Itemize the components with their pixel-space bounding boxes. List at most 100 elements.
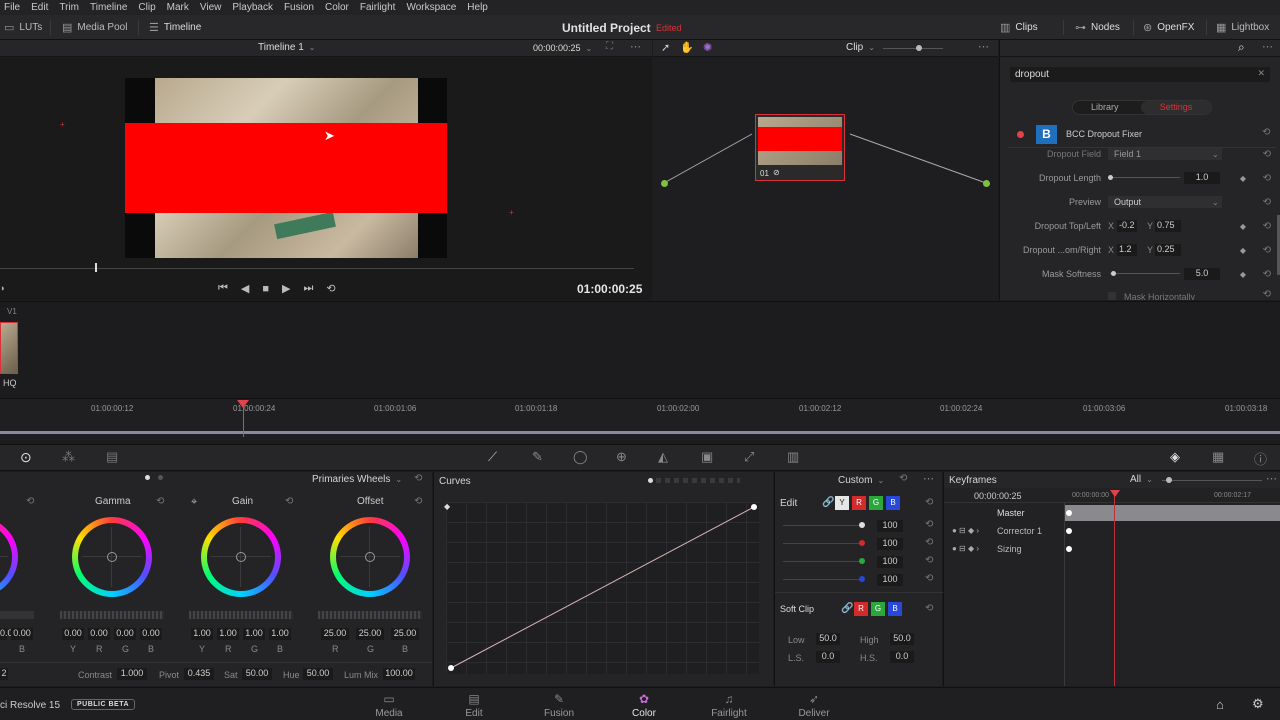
timeline-track[interactable] [0, 431, 1280, 434]
reset-icon[interactable]: ⟲ [925, 573, 933, 584]
jump-start-icon[interactable]: ⏮ [218, 282, 228, 295]
master-track-bar[interactable] [1065, 505, 1280, 521]
pivot-value[interactable]: 0.435 [184, 668, 214, 680]
softclip-r-button[interactable]: R [854, 602, 868, 616]
gain-master-slider[interactable] [189, 611, 293, 619]
g-intensity-slider[interactable] [783, 561, 863, 562]
menu-timeline[interactable]: Timeline [90, 2, 127, 13]
tracker-icon[interactable]: ⊕ [616, 449, 627, 465]
keyframes-filter[interactable]: All ⌄ [1130, 474, 1153, 485]
lift-value[interactable]: 0.00 [0, 628, 18, 640]
clip-thumbnail[interactable] [0, 322, 18, 374]
reset-icon[interactable]: ⟲ [156, 496, 164, 507]
gain-value[interactable]: 1.00 [217, 628, 239, 640]
slider-handle[interactable] [859, 522, 865, 528]
motion-effects-icon[interactable]: ▤ [106, 449, 118, 465]
home-icon[interactable]: ⌂ [1216, 697, 1224, 712]
menu-file[interactable]: File [4, 2, 20, 13]
gain-value[interactable]: 1.00 [243, 628, 265, 640]
node-mode-selector[interactable]: Clip ⌄ [846, 42, 875, 53]
reset-icon[interactable]: ⟲ [925, 519, 933, 530]
keyframe-icon[interactable]: ◆ [1240, 174, 1246, 183]
dropout-field-select[interactable]: Field 1 [1108, 148, 1222, 160]
clips-button[interactable]: ▥ Clips [1000, 15, 1038, 40]
reset-icon[interactable]: ⟲ [1263, 221, 1271, 232]
curve-point-icon[interactable]: ◆ [444, 502, 450, 511]
sizing-row-controls[interactable]: ● ⊟ ◆ › [952, 544, 979, 553]
page-fairlight[interactable]: ♫ Fairlight [699, 692, 759, 719]
viewer-timecode-top[interactable]: 00:00:00:25 ⌄ [533, 43, 592, 53]
bottom-right-x[interactable]: 1.2 [1117, 244, 1137, 256]
zoom-slider[interactable] [883, 48, 943, 49]
zoom-slider-handle[interactable] [1166, 477, 1172, 483]
length-value[interactable]: 1.0 [1184, 172, 1220, 184]
curves-icon[interactable]: ⟋ [488, 449, 497, 465]
lift-master-slider[interactable] [0, 611, 34, 619]
r-intensity-slider[interactable] [783, 543, 863, 544]
keyframe-dot[interactable] [1066, 528, 1072, 534]
play-reverse-icon[interactable]: ◀ [241, 282, 249, 295]
tab-library[interactable]: Library [1091, 102, 1119, 112]
keyframe-icon[interactable]: ◆ [1240, 246, 1246, 255]
slider-handle[interactable] [859, 540, 865, 546]
qualifier-icon[interactable]: ✎ [532, 449, 543, 465]
keyframe-icon[interactable]: ◆ [1240, 222, 1246, 231]
slider-handle[interactable] [1111, 271, 1116, 276]
top-left-x[interactable]: -0.2 [1117, 220, 1137, 232]
reset-icon[interactable]: ⟲ [925, 497, 933, 508]
ls-value[interactable]: 0.0 [816, 651, 840, 663]
info-icon[interactable]: ⓘ [1254, 449, 1267, 468]
plugin-enable-toggle[interactable] [1017, 131, 1024, 138]
menu-trim[interactable]: Trim [59, 2, 79, 13]
crosshair-icon[interactable]: ⌖ [191, 496, 197, 509]
curves-mode-selector[interactable]: Custom ⌄ [838, 475, 884, 486]
preview-select[interactable]: Output [1108, 196, 1222, 208]
keyframe-icon[interactable]: ◆ [1240, 270, 1246, 279]
channel-g-button[interactable]: G [869, 496, 883, 510]
openfx-button[interactable]: ⊛ OpenFX [1143, 15, 1194, 40]
rgb-mixer-icon[interactable]: ⁂ [62, 449, 75, 465]
y-intensity-slider[interactable] [783, 525, 863, 526]
corrector-node[interactable]: 01 ⊘ [755, 114, 845, 181]
fullscreen-icon[interactable]: ⛶ [606, 41, 613, 52]
bottom-right-y[interactable]: 0.25 [1155, 244, 1181, 256]
keyframes-playhead-handle[interactable] [1110, 490, 1120, 497]
menu-view[interactable]: View [200, 2, 222, 13]
slider-handle[interactable] [859, 576, 865, 582]
scrub-playhead[interactable] [95, 263, 97, 272]
more-options-icon[interactable]: ⋯ [1262, 40, 1273, 53]
reset-icon[interactable]: ⟲ [925, 555, 933, 566]
reset-icon[interactable]: ⟲ [26, 496, 34, 507]
softclip-b-button[interactable]: B [888, 602, 902, 616]
gain-wheel[interactable] [201, 517, 281, 597]
wheels-mode-selector[interactable]: Primaries Wheels ⌄ [312, 474, 402, 485]
mini-timeline[interactable]: 01:00:00:12 01:00:00:24 01:00:01:06 01:0… [0, 398, 1280, 440]
gamma-wheel[interactable] [72, 517, 152, 597]
menu-mark[interactable]: Mark [167, 2, 189, 13]
page-fusion[interactable]: ✎ Fusion [529, 692, 589, 719]
play-icon[interactable]: ▶ [282, 282, 290, 295]
length-slider[interactable] [1110, 177, 1180, 178]
lift-wheel[interactable] [0, 517, 18, 597]
adjust-value[interactable]: 2 [0, 668, 8, 680]
offset-value[interactable]: 25.00 [391, 628, 419, 640]
hue-value[interactable]: 50.00 [303, 668, 333, 680]
gear-icon[interactable]: ⚙ [1252, 696, 1264, 712]
blur-icon[interactable]: ◭ [658, 449, 668, 465]
loop-icon[interactable]: ⟲ [326, 282, 335, 295]
curve-grid[interactable] [446, 502, 759, 674]
zoom-slider[interactable] [1162, 480, 1262, 481]
link-icon[interactable]: 🔗 [822, 497, 834, 508]
page-media[interactable]: ▭ Media [359, 692, 419, 719]
node-output-port[interactable] [983, 180, 990, 187]
mask-horizontally-checkbox[interactable] [1108, 292, 1116, 300]
menu-playback[interactable]: Playback [232, 2, 273, 13]
offset-value[interactable]: 25.00 [321, 628, 349, 640]
nodes-button[interactable]: ⊶ Nodes [1075, 15, 1120, 40]
corrector-row-controls[interactable]: ● ⊟ ◆ › [952, 526, 979, 535]
channel-b-button[interactable]: B [886, 496, 900, 510]
gamma-value[interactable]: 0.00 [140, 628, 162, 640]
timeline-selector[interactable]: Timeline 1 ⌄ [258, 42, 315, 53]
window-icon[interactable]: ◯ [573, 449, 588, 465]
reset-icon[interactable]: ⟲ [414, 473, 422, 484]
